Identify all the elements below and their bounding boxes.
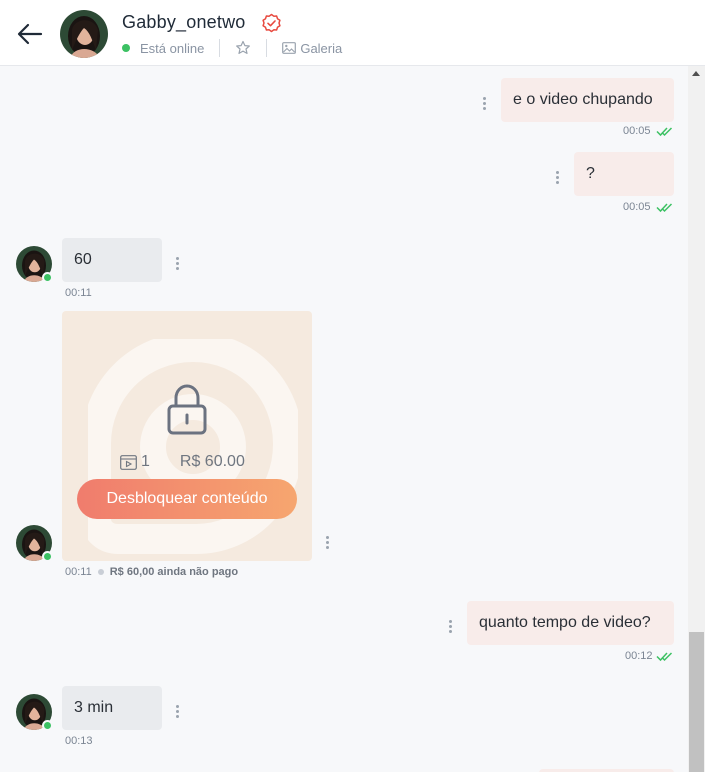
content-price: R$ 60.00 <box>179 453 245 470</box>
lock-icon <box>167 384 207 435</box>
media-info-row: 1 R$ 60.00 <box>120 453 245 471</box>
image-icon <box>282 42 297 54</box>
divider <box>219 39 221 57</box>
separator-dot <box>97 569 104 575</box>
online-indicator <box>42 720 53 731</box>
message-options-icon[interactable] <box>483 97 487 111</box>
online-status: Está online <box>140 40 205 56</box>
online-indicator <box>42 551 53 562</box>
gallery-button[interactable]: Galeria <box>282 41 342 56</box>
unlock-content-button[interactable]: Desbloquear conteúdo <box>77 479 297 519</box>
message-options-icon[interactable] <box>326 536 330 550</box>
message-bubble-outgoing: ? <box>574 152 674 196</box>
contact-avatar[interactable] <box>60 10 108 58</box>
gallery-label: Galeria <box>300 40 343 56</box>
message-bubble-incoming: 3 min <box>62 686 162 730</box>
media-count: 1 <box>141 453 150 470</box>
payment-status: R$ 60,00 ainda não pago <box>109 566 239 578</box>
message-time: 00:11 <box>65 566 92 578</box>
online-indicator <box>42 272 53 283</box>
chat-header: Gabby_onetwo Está online Galeria <box>0 0 705 66</box>
sender-avatar[interactable] <box>16 525 53 562</box>
message-options-icon[interactable] <box>449 620 453 634</box>
sender-avatar[interactable] <box>16 246 53 283</box>
star-icon[interactable] <box>235 40 251 56</box>
payment-status-row: 00:11 R$ 60,00 ainda não pago <box>65 566 238 578</box>
watermark-logo <box>88 339 298 554</box>
message-bubble-outgoing: e o video chupando <box>501 78 674 122</box>
online-indicator <box>122 44 130 52</box>
status-row: Está online Galeria <box>122 39 342 57</box>
message-time: 00:13 <box>65 735 93 747</box>
chat-scrollbar[interactable] <box>688 66 705 772</box>
read-check-icon <box>656 127 673 137</box>
contact-username[interactable]: Gabby_onetwo <box>122 12 246 33</box>
locked-media-card: 1 R$ 60.00 Desbloquear conteúdo <box>62 311 312 561</box>
message-list[interactable]: e o video chupando 00:05 ? 00:05 60 00:1… <box>0 66 688 772</box>
read-check-icon <box>656 203 673 213</box>
read-check-icon <box>656 652 673 662</box>
divider <box>266 39 268 57</box>
video-icon <box>120 454 137 470</box>
back-arrow-icon[interactable] <box>14 18 46 50</box>
message-options-icon[interactable] <box>176 257 180 271</box>
message-bubble-outgoing: quanto tempo de video? <box>467 601 674 645</box>
message-options-icon[interactable] <box>556 171 560 185</box>
scroll-thumb[interactable] <box>689 632 704 772</box>
message-bubble-incoming: 60 <box>62 238 162 282</box>
message-time: 00:05 <box>623 125 651 137</box>
scroll-up-arrow-icon[interactable] <box>692 71 700 76</box>
verified-badge-icon <box>262 13 281 33</box>
message-options-icon[interactable] <box>176 705 180 719</box>
message-time: 00:12 <box>625 650 653 662</box>
message-time: 00:11 <box>65 287 92 299</box>
message-time: 00:05 <box>623 201 651 213</box>
sender-avatar[interactable] <box>16 694 53 731</box>
